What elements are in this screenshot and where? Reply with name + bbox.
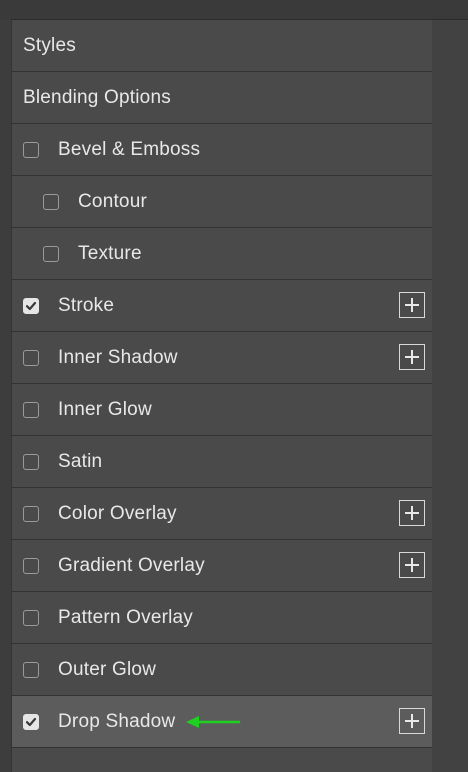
- checkmark-icon: [25, 301, 37, 310]
- blending-options-label: Blending Options: [23, 86, 171, 108]
- satin-label: Satin: [58, 450, 103, 472]
- effect-row-outer-glow[interactable]: Outer Glow: [12, 644, 433, 696]
- effect-row-color-overlay[interactable]: Color Overlay: [12, 488, 433, 540]
- contour-label: Contour: [78, 190, 147, 212]
- outer-glow-checkbox[interactable]: [23, 661, 39, 678]
- effect-row-inner-glow[interactable]: Inner Glow: [12, 384, 433, 436]
- texture-checkbox[interactable]: [43, 245, 59, 262]
- add-inner-shadow-plus-icon[interactable]: [399, 344, 425, 370]
- drop-shadow-checkbox[interactable]: [23, 713, 39, 730]
- texture-label: Texture: [78, 242, 142, 264]
- pattern-overlay-checkbox[interactable]: [23, 609, 39, 626]
- outer-glow-label: Outer Glow: [58, 658, 157, 680]
- stroke-label: Stroke: [58, 294, 115, 316]
- green-arrow-icon: [186, 715, 241, 728]
- inner-glow-label: Inner Glow: [58, 398, 152, 420]
- checkmark-icon: [25, 717, 37, 726]
- effect-row-drop-shadow[interactable]: Drop Shadow: [12, 696, 433, 748]
- effect-row-gradient-overlay[interactable]: Gradient Overlay: [12, 540, 433, 592]
- satin-checkbox[interactable]: [23, 453, 39, 470]
- stroke-checkbox[interactable]: [23, 297, 39, 314]
- bevel-emboss-label: Bevel & Emboss: [58, 138, 201, 160]
- color-overlay-label: Color Overlay: [58, 502, 177, 524]
- effect-row-inner-shadow[interactable]: Inner Shadow: [12, 332, 433, 384]
- drop-shadow-label: Drop Shadow: [58, 710, 176, 732]
- color-overlay-checkbox[interactable]: [23, 505, 39, 522]
- styles-row[interactable]: Styles: [12, 20, 433, 72]
- gradient-overlay-checkbox[interactable]: [23, 557, 39, 574]
- blending-options-row[interactable]: Blending Options: [12, 72, 433, 124]
- add-stroke-plus-icon[interactable]: [399, 292, 425, 318]
- inner-glow-checkbox[interactable]: [23, 401, 39, 418]
- effect-row-bevel-emboss[interactable]: Bevel & Emboss: [12, 124, 433, 176]
- effect-row-contour[interactable]: Contour: [12, 176, 433, 228]
- gradient-overlay-label: Gradient Overlay: [58, 554, 205, 576]
- effect-row-satin[interactable]: Satin: [12, 436, 433, 488]
- bevel-emboss-checkbox[interactable]: [23, 141, 39, 158]
- layer-style-list: Styles Blending Options Bevel & Emboss C…: [11, 20, 433, 772]
- top-strip: [0, 0, 468, 20]
- effect-row-pattern-overlay[interactable]: Pattern Overlay: [12, 592, 433, 644]
- inner-shadow-checkbox[interactable]: [23, 349, 39, 366]
- add-color-overlay-plus-icon[interactable]: [399, 500, 425, 526]
- inner-shadow-label: Inner Shadow: [58, 346, 178, 368]
- effect-row-texture[interactable]: Texture: [12, 228, 433, 280]
- add-gradient-overlay-plus-icon[interactable]: [399, 552, 425, 578]
- add-drop-shadow-plus-icon[interactable]: [399, 708, 425, 734]
- contour-checkbox[interactable]: [43, 193, 59, 210]
- dialog-right-area: [432, 20, 468, 772]
- pattern-overlay-label: Pattern Overlay: [58, 606, 193, 628]
- styles-label: Styles: [23, 34, 76, 56]
- effect-row-stroke[interactable]: Stroke: [12, 280, 433, 332]
